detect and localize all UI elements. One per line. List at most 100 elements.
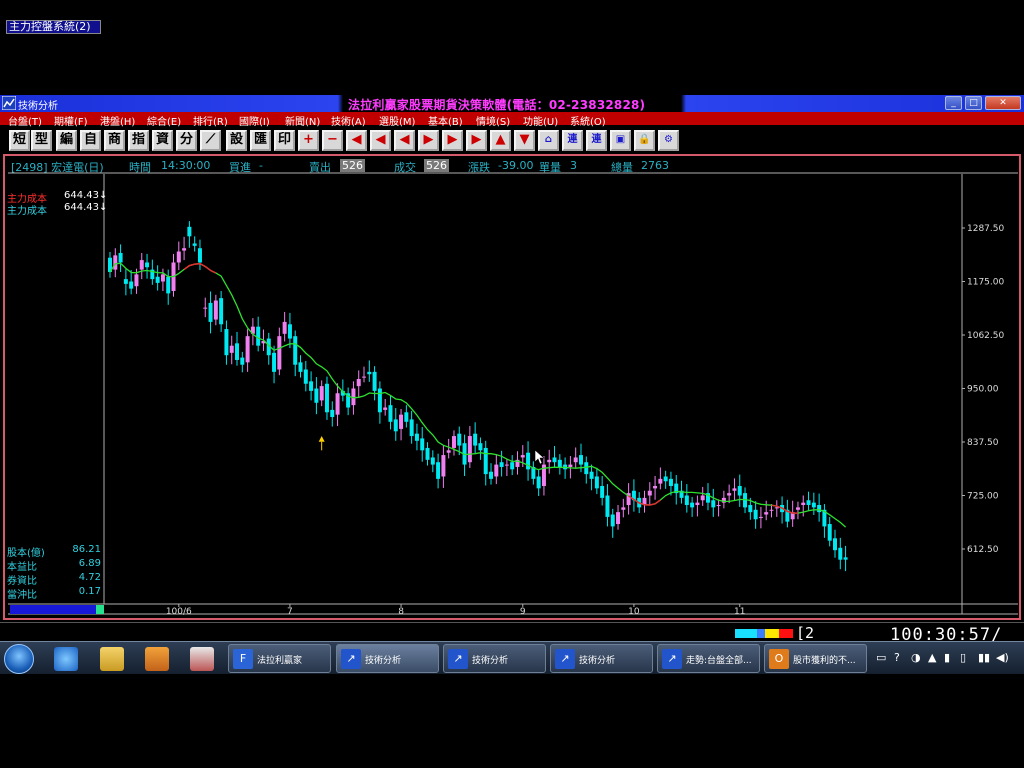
indicator-value: 644.43↓ [64,190,108,201]
candle-body [197,248,202,263]
price-chart[interactable]: 1287.50 1175.00 1062.50 950.00 837.50 725.00 6… [0,0,1024,640]
candle-body [160,274,165,282]
stat-value: 4.72 [78,572,101,583]
candle-body [843,557,848,560]
taskbar-task[interactable]: ↗ 技術分析 [550,644,653,673]
moving-average-highlight [771,504,798,514]
candle-body [695,502,700,506]
stat-value: 86.21 [72,544,101,555]
y-tick-label: 612.50 [967,545,999,555]
candle-body [409,419,414,437]
app-shortcut-icon[interactable] [190,647,214,671]
x-tick-label: 100/6 [166,607,192,617]
indicator-row: 主力成本 644.43↓ [7,202,107,217]
stat-label: 當沖比 [7,590,37,601]
candle-body [377,388,382,413]
candle-body [584,462,589,475]
candle-body [330,409,335,418]
task-label: 技術分析 [579,656,616,666]
scroll-thumb[interactable] [96,605,104,614]
candle-body [658,478,663,484]
y-tick-label: 1062.50 [967,331,1004,341]
candle-body [436,462,441,479]
candle-body [801,502,806,506]
y-tick-label: 1287.50 [967,224,1004,234]
candle-body [213,300,218,320]
tray-icon[interactable]: ▭ [876,651,886,664]
candle-body [134,274,139,287]
status-text: [2_ [796,624,824,642]
candle-body [240,357,245,365]
candle-body [145,262,150,268]
candle-body [578,455,583,465]
candle-body [372,371,377,391]
candle-body [727,493,732,496]
task-icon: F [233,649,253,669]
stat-value: 6.89 [78,558,101,569]
candle-body [547,459,552,463]
candle-body [192,243,197,246]
task-icon: ↗ [555,649,575,669]
tray-icon[interactable]: ▮▮ [978,651,990,664]
candle-body [414,433,419,441]
candle-body [282,321,287,334]
task-label: 股市獲利的不... [793,656,856,666]
candle-body [600,485,605,498]
indicator-title[interactable]: 主力控盤系統(2) [6,20,101,34]
candle-body [298,362,303,372]
tray-icon[interactable]: ◀) [996,651,1009,664]
candle-body [737,485,742,496]
tray-icon[interactable]: ▲ [928,651,936,664]
x-tick-label: 8 [398,607,404,617]
folder-icon[interactable] [100,647,124,671]
tray-icon[interactable]: ▯ [960,651,966,664]
stat-value: 0.17 [78,586,101,597]
candle-body [557,459,562,467]
indicator-label: 主力成本 [7,206,47,217]
candle-body [833,538,837,551]
taskbar-task[interactable]: F 法拉利贏家 [228,644,331,673]
candle-body [769,509,774,511]
candle-body [203,307,208,309]
candle-body [510,462,515,470]
task-label: 走勢:台盤全部... [686,656,752,666]
tray-icon[interactable]: ▮ [944,651,950,664]
mouse-cursor-icon [534,449,545,465]
candle-body [594,476,599,489]
candle-body [303,369,308,384]
task-icon: ↗ [448,649,468,669]
candle-body [362,376,367,378]
candle-body [430,457,435,465]
candle-body [663,476,668,482]
candle-body [388,405,393,422]
candle-body [293,336,298,365]
taskbar-task[interactable]: O 股市獲利的不... [764,644,867,673]
candle-body [383,407,388,410]
candle-body [568,464,573,467]
candle-body [647,490,652,496]
taskbar-task[interactable]: ↗ 技術分析 [336,644,439,673]
candle-body [404,412,409,422]
x-tick-label: 11 [734,607,745,617]
tray-icon[interactable]: ◑ [911,651,921,664]
y-tick-label: 1175.00 [967,278,1004,288]
taskbar: F 法拉利贏家 ↗ 技術分析 ↗ 技術分析 ↗ 技術分析 ↗ 走勢:台盤全部... O 股市獲利的不.… [0,641,1024,674]
stat-daytrade: 當沖比 0.17 [7,586,101,601]
taskbar-task[interactable]: ↗ 技術分析 [443,644,546,673]
candle-body [123,279,128,284]
ie-icon[interactable] [54,647,78,671]
start-button[interactable] [4,644,34,674]
candle-body [314,388,319,403]
scroll-track[interactable] [10,605,104,614]
screen: 技術分析 法拉利贏家股票期貨決策軟體(電話：02-23832828) _ □ ✕… [0,0,1024,768]
candle-body [748,505,753,513]
task-label: 技術分析 [472,656,509,666]
candle-body [504,464,509,466]
taskbar-task[interactable]: ↗ 走勢:台盤全部... [657,644,760,673]
candle-body [653,485,658,489]
candle-body [319,386,324,401]
media-player-icon[interactable] [145,647,169,671]
candle-body [684,495,689,506]
candle-body [758,516,763,518]
tray-icon[interactable]: ? [894,651,900,664]
